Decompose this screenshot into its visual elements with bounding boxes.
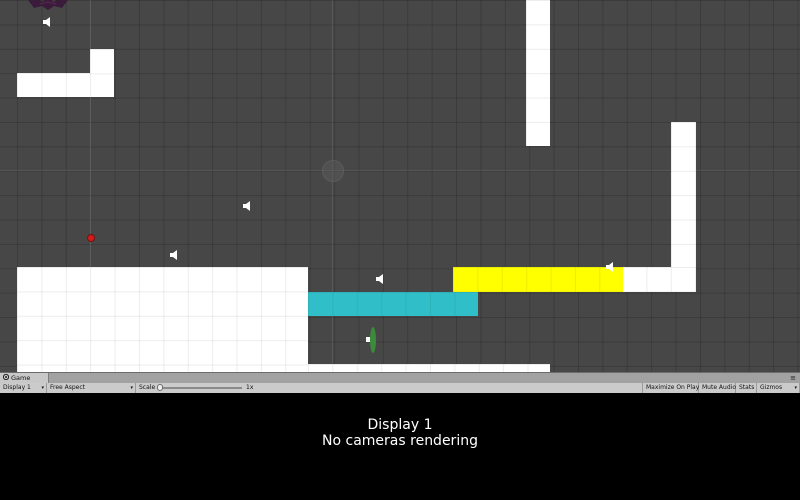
- scale-slider-track[interactable]: [160, 387, 242, 389]
- white-pillar-top[interactable]: [526, 0, 550, 146]
- scale-value: 1x: [246, 384, 254, 391]
- speaker-icon[interactable]: [169, 249, 181, 261]
- gizmos-dropdown-label: Gizmos: [760, 384, 783, 391]
- yellow-platform[interactable]: [453, 267, 623, 292]
- no-camera-message: Display 1 No cameras rendering: [0, 417, 800, 449]
- game-view[interactable]: Display 1 No cameras rendering: [0, 393, 800, 500]
- white-ledge-right[interactable]: [622, 267, 696, 292]
- chevron-down-icon: ▾: [794, 385, 797, 391]
- aspect-dropdown-label: Free Aspect: [50, 384, 86, 391]
- red-marker-icon[interactable]: [87, 234, 95, 242]
- player-sprite-icon[interactable]: [365, 326, 379, 358]
- stats-button[interactable]: Stats: [736, 383, 757, 393]
- chevron-down-icon: ▾: [41, 385, 44, 391]
- grid-axis-vertical-center: [332, 0, 333, 372]
- cyan-platform[interactable]: [308, 292, 478, 316]
- speaker-icon[interactable]: [242, 200, 254, 212]
- bat-sprite-icon[interactable]: [26, 0, 70, 18]
- white-l-block-top[interactable]: [90, 49, 114, 75]
- speaker-icon[interactable]: [605, 261, 617, 273]
- gizmos-dropdown[interactable]: Gizmos ▾: [757, 383, 800, 393]
- white-ground-bottom[interactable]: [308, 364, 550, 372]
- white-l-block-bottom[interactable]: [17, 73, 114, 97]
- tab-game-label: Game: [11, 374, 31, 382]
- scene-center-gizmo[interactable]: [322, 160, 344, 182]
- no-cameras-text: No cameras rendering: [322, 433, 478, 449]
- display-name-text: Display 1: [367, 417, 433, 433]
- white-ground-left[interactable]: [17, 267, 308, 372]
- aspect-dropdown[interactable]: Free Aspect ▾: [47, 383, 136, 393]
- scale-label: Scale: [139, 384, 156, 391]
- chevron-down-icon: ▾: [130, 385, 133, 391]
- display-dropdown[interactable]: Display 1 ▾: [0, 383, 47, 393]
- display-dropdown-label: Display 1: [3, 384, 31, 391]
- mute-audio-button[interactable]: Mute Audio: [699, 383, 736, 393]
- maximize-on-play-button[interactable]: Maximize On Play: [642, 383, 699, 393]
- speaker-icon[interactable]: [375, 273, 387, 285]
- scale-slider-thumb[interactable]: [157, 384, 163, 391]
- scene-view[interactable]: [0, 0, 800, 372]
